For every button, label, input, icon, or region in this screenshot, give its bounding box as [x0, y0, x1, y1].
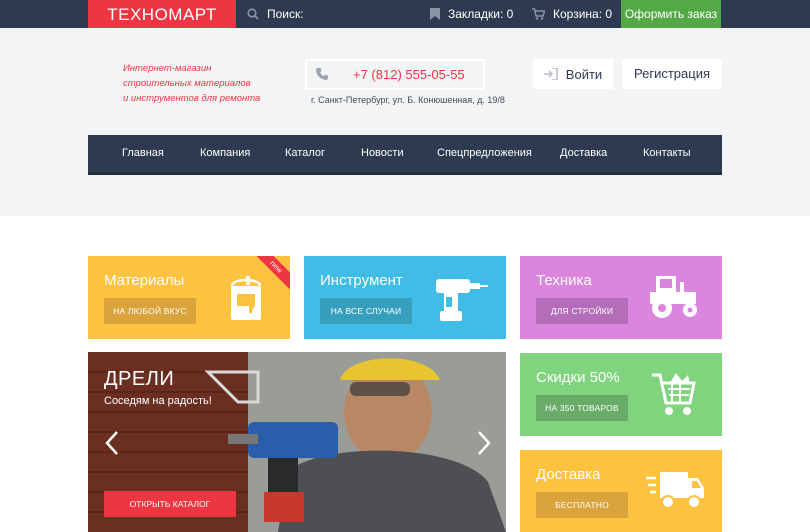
- tile-sale[interactable]: Скидки 50% НА 350 ТОВАРОВ: [520, 353, 722, 436]
- main-nav: Главная Компания Каталог Новости Спецпре…: [88, 135, 722, 175]
- nav-item-catalog[interactable]: Каталог: [285, 135, 325, 172]
- search-icon: [247, 8, 259, 20]
- tile-tech-button[interactable]: ДЛЯ СТРОЙКИ: [536, 298, 628, 324]
- tile-delivery-button[interactable]: БЕСПЛАТНО: [536, 492, 628, 518]
- chevron-right-icon[interactable]: [476, 430, 492, 456]
- nav-item-contacts[interactable]: Контакты: [643, 135, 691, 172]
- bookmarks-label: Закладки: 0: [448, 7, 514, 21]
- tile-tools-button[interactable]: НА ВСЕ СЛУЧАИ: [320, 298, 412, 324]
- cart-label: Корзина: 0: [553, 7, 613, 21]
- tagline: Интернет-магазин строительных материалов…: [123, 61, 273, 106]
- tile-tech-title: Техника: [536, 272, 592, 289]
- checkout-button[interactable]: Оформить заказ: [621, 0, 721, 28]
- nav-item-company[interactable]: Компания: [200, 135, 250, 172]
- login-icon: [543, 68, 558, 80]
- tile-materials-button[interactable]: НА ЛЮБОЙ ВКУС: [104, 298, 196, 324]
- tile-tools-title: Инструмент: [320, 272, 403, 289]
- nav-item-delivery[interactable]: Доставка: [560, 135, 607, 172]
- nav-item-news[interactable]: Новости: [361, 135, 404, 172]
- tile-delivery-title: Доставка: [536, 466, 601, 483]
- slider-subtitle: Соседям на радость!: [104, 395, 212, 407]
- tile-tech[interactable]: Техника ДЛЯ СТРОЙКИ: [520, 256, 722, 339]
- tile-sale-title: Скидки 50%: [536, 369, 620, 386]
- tile-materials[interactable]: Материалы НА ЛЮБОЙ ВКУС new: [88, 256, 290, 339]
- bookmarks-link[interactable]: Закладки: 0: [430, 0, 513, 28]
- bookmark-icon: [430, 8, 440, 20]
- slider-title: ДРЕЛИ: [104, 368, 175, 390]
- tractor-icon: [650, 276, 697, 318]
- tile-tools[interactable]: Инструмент НА ВСЕ СЛУЧАИ: [304, 256, 506, 339]
- register-button[interactable]: Регистрация: [622, 59, 722, 89]
- tile-sale-button[interactable]: НА 350 ТОВАРОВ: [536, 395, 628, 421]
- phone-box: +7 (812) 555-05-55: [305, 59, 485, 90]
- tile-delivery[interactable]: Доставка БЕСПЛАТНО: [520, 450, 722, 532]
- tagline-line-3: и инструментов для ремонта: [123, 93, 261, 104]
- cart-link[interactable]: Корзина: 0: [532, 0, 612, 28]
- truck-icon: [646, 472, 704, 509]
- cart-icon: [652, 373, 696, 415]
- chevron-left-icon[interactable]: [104, 430, 120, 456]
- login-label: Войти: [565, 66, 603, 82]
- search[interactable]: Поиск:: [247, 0, 304, 28]
- cart-icon: [532, 8, 545, 20]
- nav-item-home[interactable]: Главная: [122, 135, 164, 172]
- tagline-line-2: строительных материалов: [123, 78, 251, 89]
- nav-item-special-offers[interactable]: Спецпредложения: [437, 135, 532, 172]
- header: [0, 28, 810, 216]
- address: г. Санкт-Петербург, ул. Б. Конюшенная, д…: [311, 95, 505, 105]
- paint-bucket-icon: [230, 276, 262, 320]
- phone-number[interactable]: +7 (812) 555-05-55: [353, 67, 465, 82]
- login-button[interactable]: Войти: [533, 59, 613, 89]
- phone-icon: [316, 68, 328, 80]
- tile-materials-title: Материалы: [104, 272, 185, 289]
- drill-icon: [436, 279, 488, 321]
- search-label: Поиск:: [267, 7, 304, 21]
- promo-slider: ДРЕЛИ Соседям на радость! ОТКРЫТЬ КАТАЛО…: [88, 352, 506, 532]
- open-catalog-button[interactable]: ОТКРЫТЬ КАТАЛОГ: [104, 491, 236, 517]
- tagline-line-1: Интернет-магазин: [123, 63, 212, 74]
